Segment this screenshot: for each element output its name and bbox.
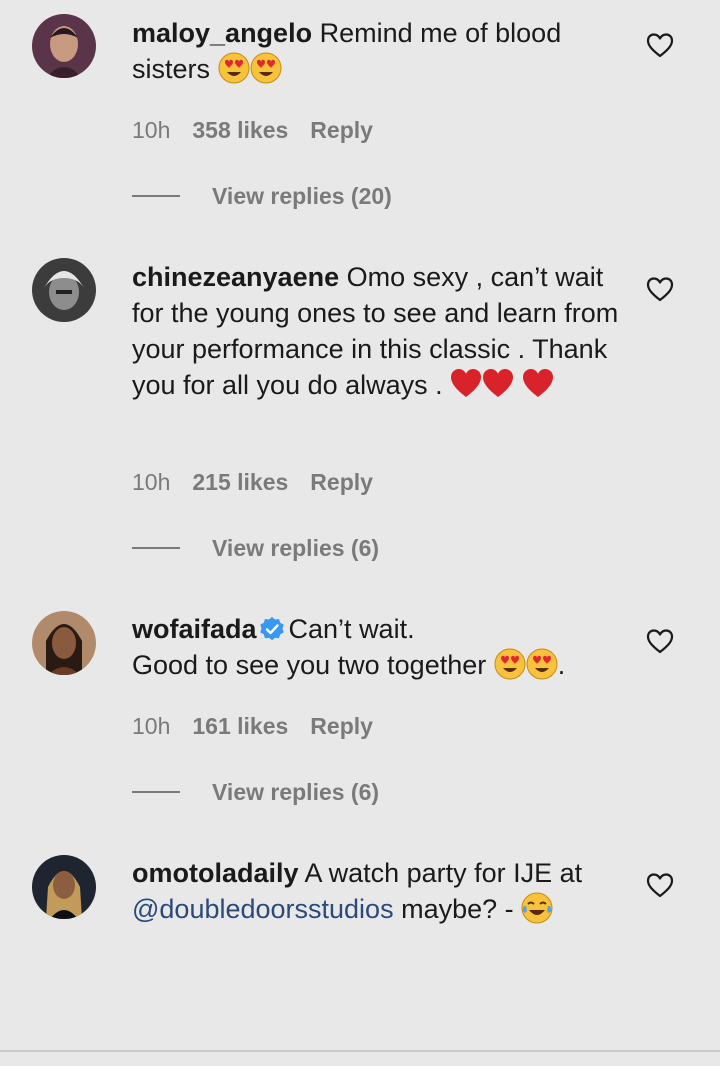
heart-eyes-emoji: [218, 52, 250, 84]
divider-line: [132, 195, 180, 197]
view-replies-button[interactable]: View replies (6): [132, 779, 379, 806]
comment-body: maloy_angelo Remind me of blood sisters: [132, 15, 622, 87]
comment-username[interactable]: wofaifada: [132, 614, 257, 644]
comment-text-line2: Good to see you two together: [132, 650, 487, 680]
verified-badge-icon: [259, 617, 284, 641]
reply-button[interactable]: Reply: [310, 117, 373, 143]
heart-outline-icon[interactable]: [646, 872, 674, 898]
heart-outline-icon[interactable]: [646, 32, 674, 58]
avatar[interactable]: [32, 855, 96, 919]
comment-likes[interactable]: 358 likes: [192, 117, 288, 143]
comment-likes[interactable]: 161 likes: [192, 713, 288, 739]
comment-body: chinezeanyaene Omo sexy , can’t wait for…: [132, 259, 622, 403]
comments-screen: maloy_angelo Remind me of blood sisters …: [0, 0, 720, 1066]
comment-body: wofaifada Can’t wait. Good to see you tw…: [132, 611, 622, 683]
bottom-divider: [0, 1050, 720, 1052]
comment-meta: 10h 161 likes Reply: [132, 713, 373, 740]
red-heart-emoji: [450, 368, 482, 400]
comment-likes[interactable]: 215 likes: [192, 469, 288, 495]
heart-eyes-emoji: [526, 648, 558, 680]
heart-outline-icon[interactable]: [646, 276, 674, 302]
comment-text-end: maybe? -: [401, 894, 514, 924]
view-replies-label: View replies (6): [212, 779, 380, 805]
comment-username[interactable]: maloy_angelo: [132, 18, 312, 48]
view-replies-label: View replies (6): [212, 535, 380, 561]
avatar[interactable]: [32, 611, 96, 675]
avatar[interactable]: [32, 14, 96, 78]
comment-time: 10h: [132, 117, 171, 143]
comment-body: omotoladaily A watch party for IJE at @d…: [132, 855, 622, 927]
reply-button[interactable]: Reply: [310, 469, 373, 495]
comment-text-end: .: [557, 650, 566, 680]
red-heart-emoji: [522, 368, 554, 400]
tears-of-joy-emoji: [521, 892, 553, 924]
divider-line: [132, 547, 180, 549]
mention-link[interactable]: @doubledoorsstudios: [132, 894, 394, 924]
comment-meta: 10h 358 likes Reply: [132, 117, 373, 144]
view-replies-button[interactable]: View replies (6): [132, 535, 379, 562]
avatar[interactable]: [32, 258, 96, 322]
view-replies-label: View replies (20): [212, 183, 392, 209]
heart-eyes-emoji: [250, 52, 282, 84]
heart-eyes-emoji: [494, 648, 526, 680]
comment-username[interactable]: omotoladaily: [132, 858, 299, 888]
comment-text: A watch party for IJE at: [304, 858, 583, 888]
divider-line: [132, 791, 180, 793]
comment-meta: 10h 215 likes Reply: [132, 469, 373, 496]
view-replies-button[interactable]: View replies (20): [132, 183, 392, 210]
heart-outline-icon[interactable]: [646, 628, 674, 654]
red-heart-emoji: [482, 368, 514, 400]
comment-username[interactable]: chinezeanyaene: [132, 262, 339, 292]
comment-time: 10h: [132, 713, 171, 739]
comment-time: 10h: [132, 469, 171, 495]
reply-button[interactable]: Reply: [310, 713, 373, 739]
comment-text: Can’t wait.: [288, 614, 415, 644]
